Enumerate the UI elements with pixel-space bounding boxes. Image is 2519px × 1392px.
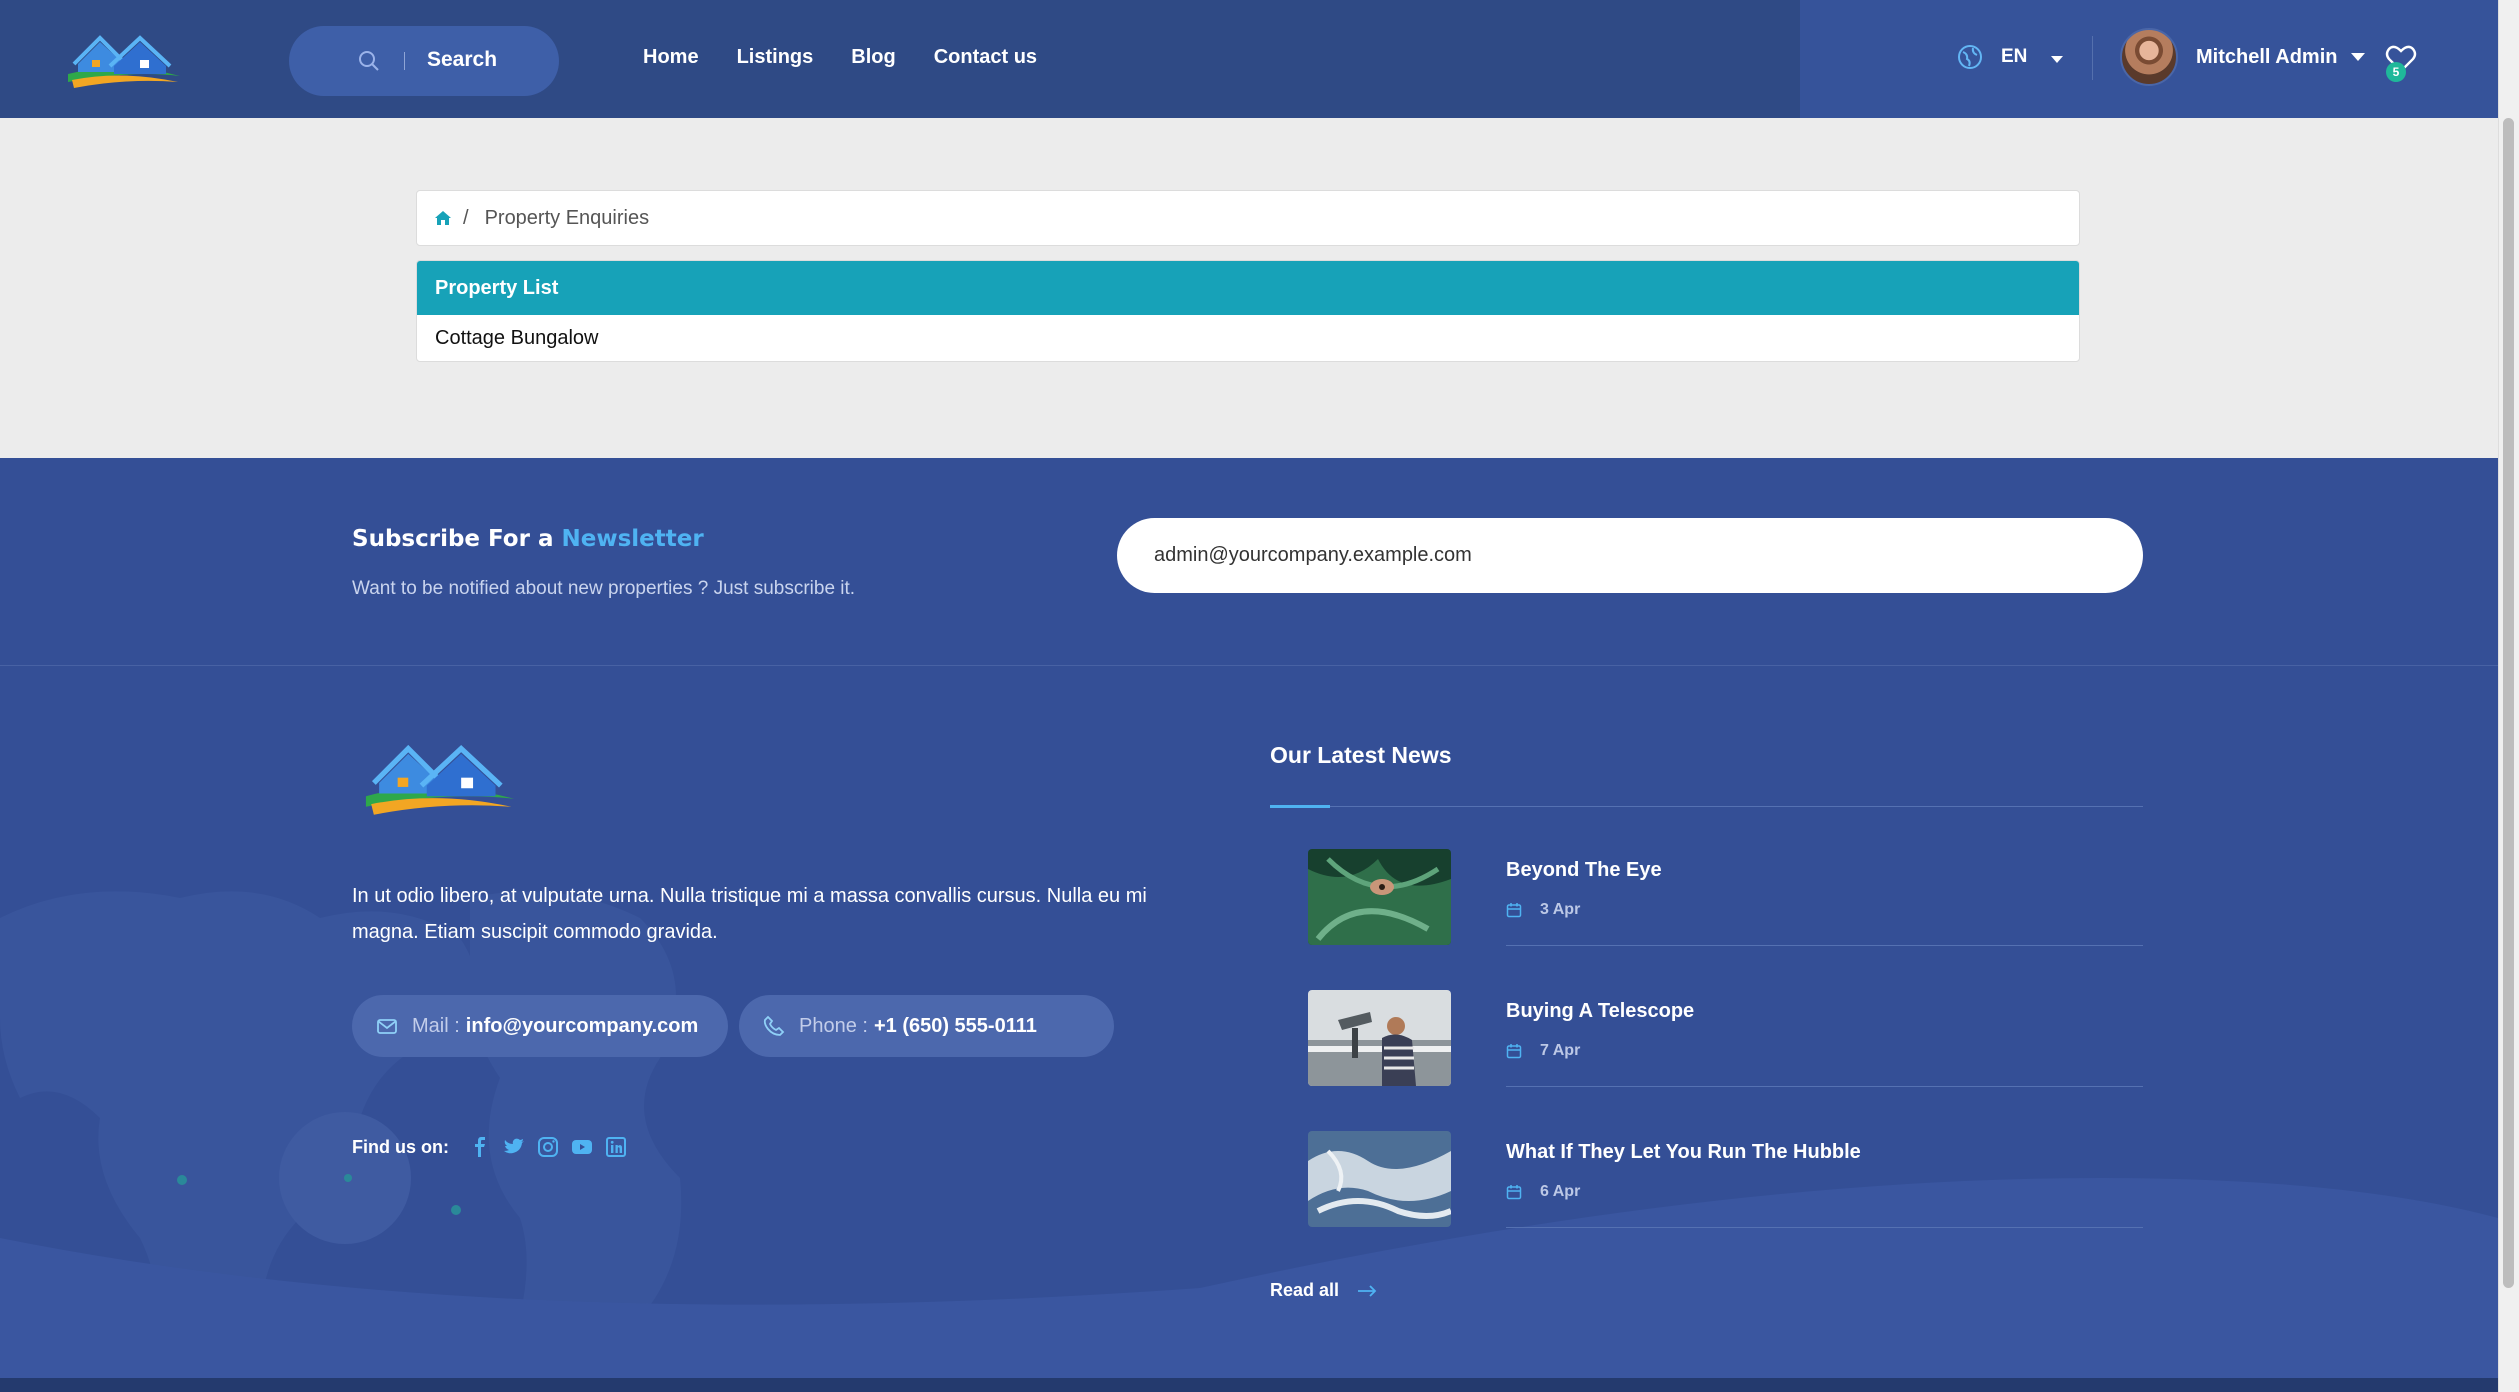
news-item-title[interactable]: What If They Let You Run The Hubble (1506, 1141, 1861, 1164)
chevron-down-icon (2351, 53, 2366, 61)
phone-contact[interactable]: Phone : +1 (650) 555-0111 (739, 995, 1114, 1057)
news-thumbnail-fern[interactable] (1308, 849, 1451, 945)
home-icon (435, 211, 451, 225)
user-menu[interactable]: Mitchell Admin (2120, 28, 2366, 86)
nav-contact-us[interactable]: Contact us (934, 46, 1037, 69)
newsletter-subtitle: Want to be notified about new properties… (352, 578, 856, 599)
footer-bottom-strip (0, 1378, 2519, 1392)
news-item-date-text: 3 Apr (1540, 901, 1581, 918)
news-item: What If They Let You Run The Hubble 6 Ap… (1308, 1131, 2143, 1272)
arrow-right-icon (1358, 1284, 1377, 1297)
social-links: Find us on: (352, 1136, 639, 1158)
news-item-date-text: 6 Apr (1540, 1183, 1581, 1200)
newsletter-email-input[interactable] (1117, 518, 2143, 593)
news-title-rule (1270, 806, 2143, 807)
footer-logo (365, 744, 515, 815)
breadcrumb-home[interactable] (425, 200, 461, 236)
language-selector[interactable]: EN (1957, 44, 2064, 70)
find-us-label: Find us on: (352, 1136, 449, 1157)
mail-label: Mail : (412, 1014, 460, 1037)
breadcrumb: / Property Enquiries (416, 190, 2080, 246)
globe-icon (1958, 45, 1982, 69)
search-box[interactable]: Search (289, 26, 559, 96)
user-name: Mitchell Admin (2196, 45, 2338, 68)
search-label: Search (427, 48, 498, 71)
twitter-icon[interactable] (503, 1136, 525, 1158)
chevron-down-icon (2051, 55, 2064, 63)
newsletter-title-prefix: Subscribe For a (352, 526, 554, 552)
phone-value: +1 (650) 555-0111 (873, 1014, 1037, 1037)
list-item[interactable]: Cottage Bungalow (417, 315, 2079, 361)
news-title-accent (1270, 805, 1330, 808)
news-item-date: 3 Apr (1506, 901, 1580, 919)
main-nav: Home Listings Blog Contact us (643, 46, 1075, 69)
search-icon (359, 51, 379, 71)
latest-news-title: Our Latest News (1270, 742, 1452, 768)
footer-about-text: In ut odio libero, at vulputate urna. Nu… (352, 885, 1147, 943)
calendar-icon (1506, 903, 1522, 918)
news-thumbnail-earth[interactable] (1308, 1131, 1451, 1227)
news-thumbnail-telescope[interactable] (1308, 990, 1451, 1086)
news-item-date: 6 Apr (1506, 1183, 1580, 1201)
phone-icon (763, 1015, 785, 1036)
wishlist-count-badge: 5 (2386, 62, 2406, 82)
avatar (2120, 28, 2178, 86)
mail-icon (377, 1019, 397, 1034)
mail-contact[interactable]: Mail : info@yourcompany.com (352, 995, 728, 1057)
property-list-card: Property List Cottage Bungalow (416, 260, 2080, 362)
nav-listings[interactable]: Listings (737, 46, 814, 69)
read-all-label: Read all (1270, 1280, 1340, 1300)
site-footer: Subscribe For a Newsletter Want to be no… (0, 458, 2498, 1378)
nav-home[interactable]: Home (643, 46, 699, 69)
scrollbar-thumb[interactable] (2503, 118, 2514, 1288)
news-item: Beyond The Eye 3 Apr (1308, 849, 2143, 990)
news-item-date-text: 7 Apr (1540, 1042, 1581, 1059)
header-separator (2092, 36, 2093, 80)
news-item-title[interactable]: Beyond The Eye (1506, 859, 1662, 882)
footer-divider (0, 665, 2498, 666)
property-list-header: Property List (417, 261, 2079, 315)
news-item-title[interactable]: Buying A Telescope (1506, 1000, 1694, 1023)
newsletter-title: Subscribe For a Newsletter (352, 526, 704, 552)
facebook-icon[interactable] (469, 1136, 491, 1158)
news-item: Buying A Telescope 7 Apr (1308, 990, 2143, 1131)
news-item-divider (1506, 945, 2143, 946)
calendar-icon (1506, 1044, 1522, 1059)
instagram-icon[interactable] (537, 1136, 559, 1158)
mail-value: info@yourcompany.com (465, 1014, 699, 1037)
breadcrumb-current: Property Enquiries (484, 206, 650, 229)
site-header: Search Home Listings Blog Contact us EN … (0, 0, 2498, 118)
search-divider (404, 52, 405, 70)
linkedin-icon[interactable] (605, 1136, 627, 1158)
read-all-link[interactable]: Read all (1270, 1280, 1377, 1301)
phone-label: Phone : (799, 1014, 868, 1037)
calendar-icon (1506, 1185, 1522, 1200)
newsletter-title-highlight: Newsletter (561, 526, 704, 552)
nav-blog[interactable]: Blog (851, 46, 895, 69)
company-logo[interactable] (60, 30, 185, 92)
breadcrumb-separator: / (463, 206, 469, 229)
language-code: EN (2001, 46, 2028, 67)
news-item-divider (1506, 1086, 2143, 1087)
news-item-date: 7 Apr (1506, 1042, 1580, 1060)
youtube-icon[interactable] (571, 1136, 593, 1158)
news-item-divider (1506, 1227, 2143, 1228)
